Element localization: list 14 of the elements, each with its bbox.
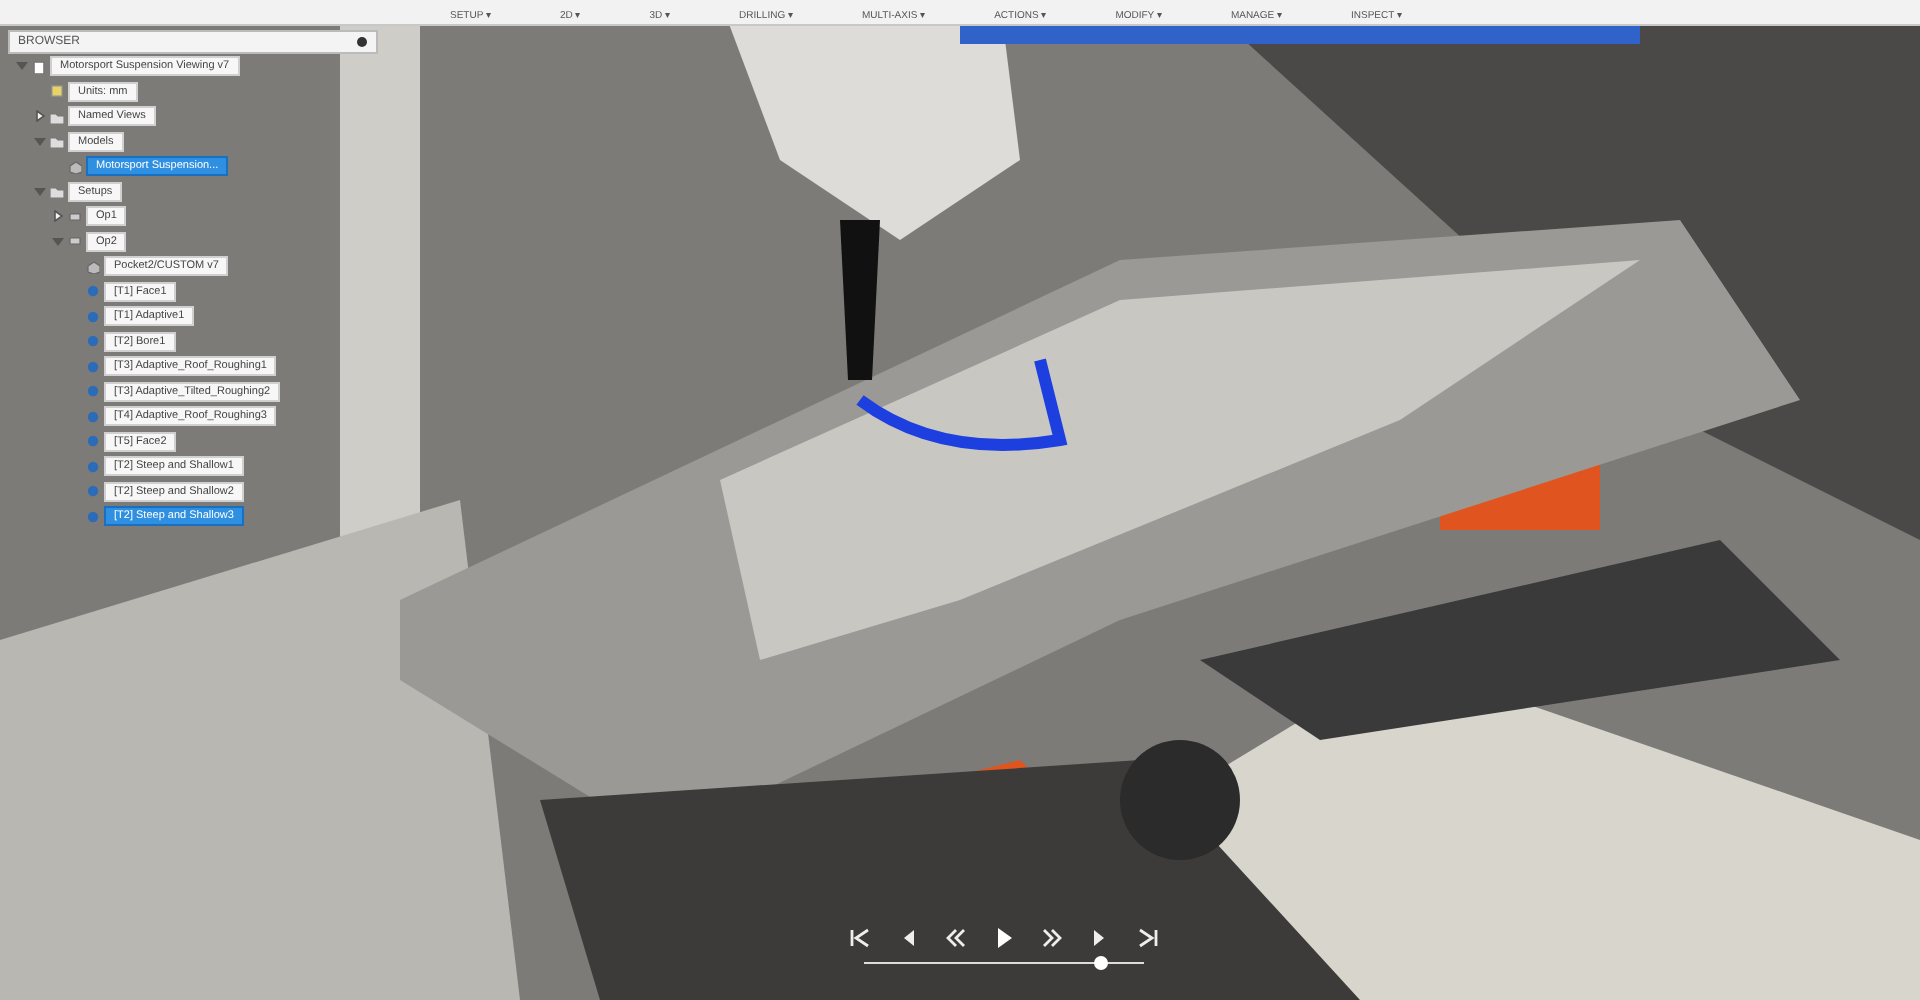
document-icon — [32, 59, 46, 74]
model-icon — [68, 159, 82, 174]
skip-end-icon[interactable] — [1138, 926, 1158, 950]
fast-forward-icon[interactable] — [1042, 926, 1062, 950]
skip-start-icon[interactable] — [850, 926, 870, 950]
folder-icon — [50, 184, 64, 199]
expand-arrow-icon[interactable] — [34, 110, 46, 123]
pin-icon[interactable] — [356, 36, 368, 48]
model-icon — [86, 259, 100, 274]
units-icon — [50, 84, 64, 99]
rewind-icon[interactable] — [946, 926, 966, 950]
timeline-slider[interactable] — [864, 962, 1144, 964]
expand-arrow-icon[interactable] — [52, 210, 64, 223]
play-icon[interactable] — [994, 926, 1014, 950]
